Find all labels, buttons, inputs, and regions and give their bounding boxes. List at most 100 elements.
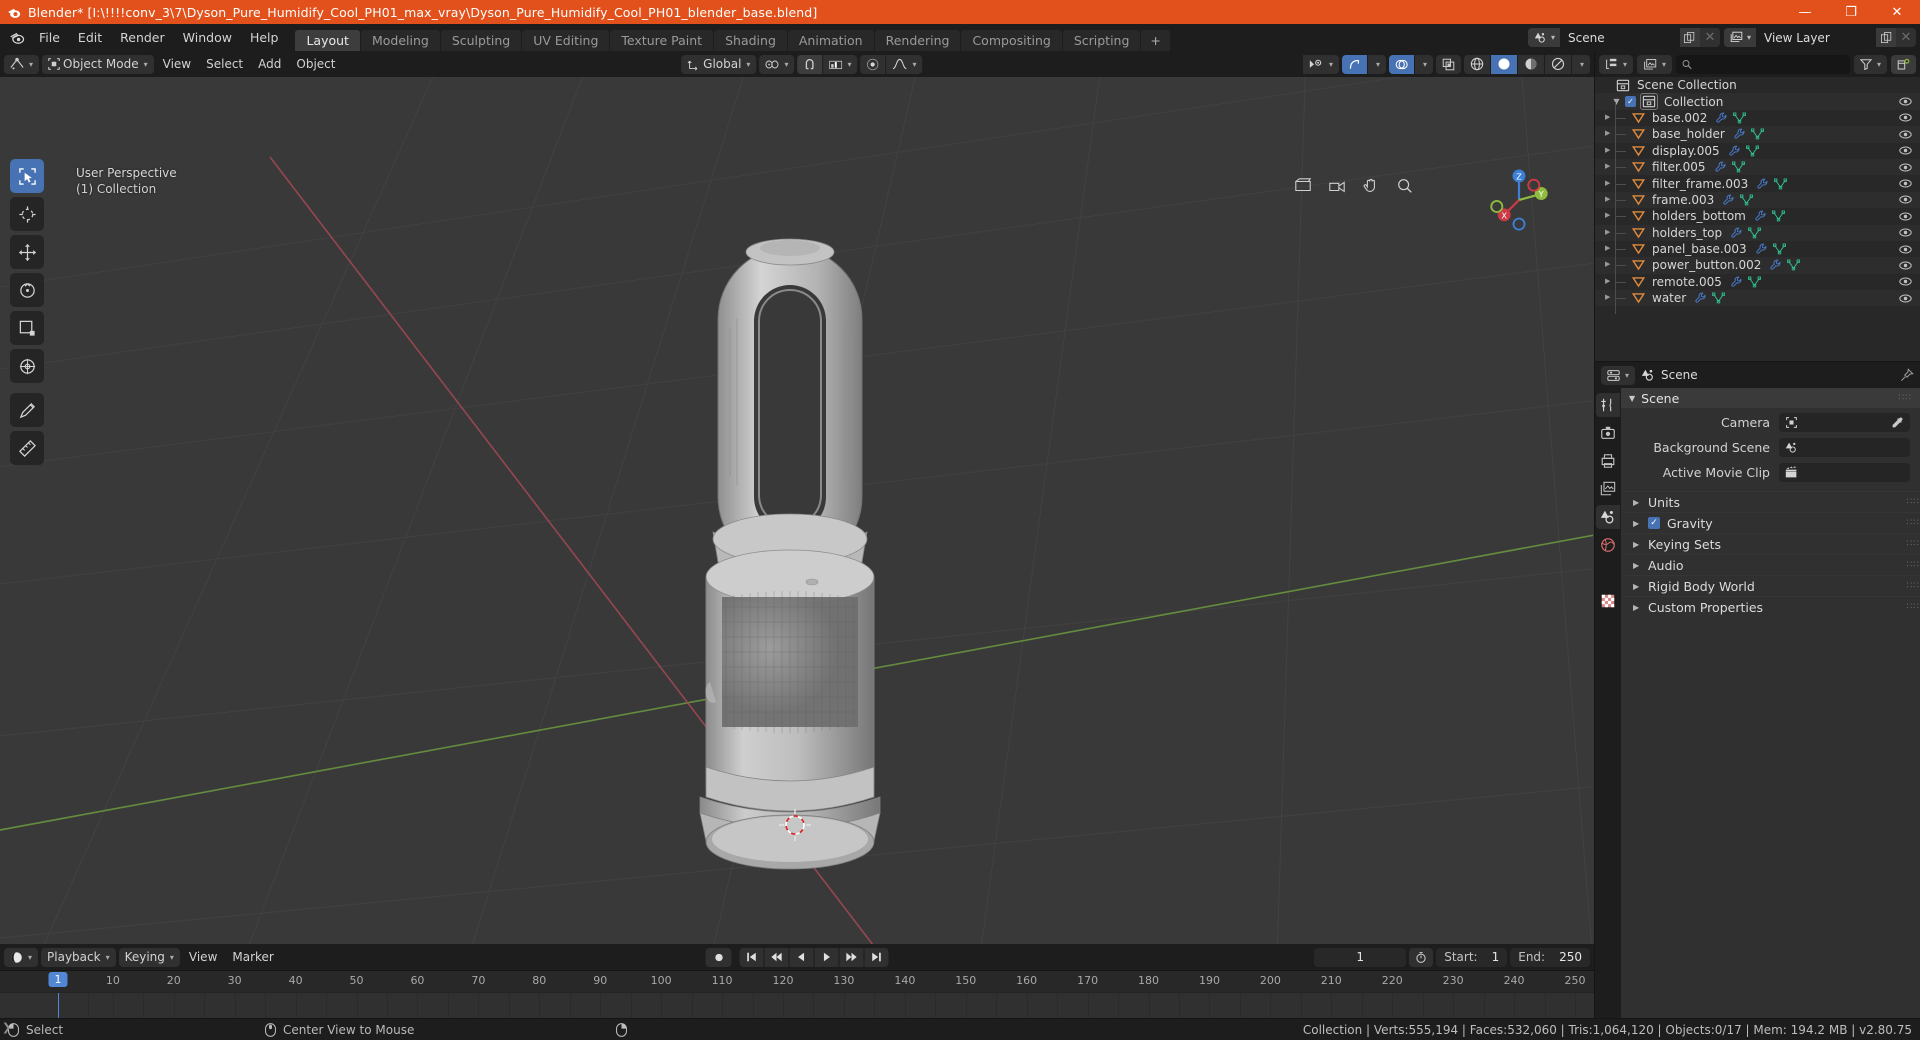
chevron-right-icon[interactable]: ▶ — [1605, 244, 1610, 252]
shading-solid-button[interactable] — [1490, 54, 1517, 74]
menu-window[interactable]: Window — [174, 24, 241, 51]
tool-scale[interactable] — [10, 311, 44, 345]
timeline-menu-view[interactable]: View — [183, 948, 223, 967]
viewport-menu-object[interactable]: Object — [290, 55, 341, 74]
tool-annotate[interactable] — [10, 393, 44, 427]
tab-layout[interactable]: Layout — [295, 30, 360, 51]
outliner-row-collection[interactable]: ▼ ✓ Collection — [1595, 93, 1920, 111]
transform-orientation-selector[interactable]: Global ▾ — [681, 54, 757, 74]
section-audio[interactable]: ▶ Audio ∷∷ — [1621, 554, 1920, 575]
mesh-data-icon[interactable] — [1750, 128, 1764, 140]
modifier-icon[interactable] — [1756, 243, 1768, 255]
modifier-icon[interactable] — [1757, 178, 1769, 190]
shading-material-preview-button[interactable] — [1517, 54, 1544, 74]
tab-uv-editing[interactable]: UV Editing — [522, 30, 610, 51]
tab-sculpting[interactable]: Sculpting — [440, 30, 522, 51]
tab-add-workspace[interactable]: + — [1141, 30, 1170, 51]
collection-visibility-icon[interactable] — [1899, 95, 1912, 108]
viewlayer-name-field[interactable]: View Layer — [1756, 28, 1876, 47]
chevron-right-icon[interactable]: ▶ — [1605, 228, 1610, 236]
scene-panel-header[interactable]: ▼ Scene ∷∷ — [1621, 388, 1920, 408]
outliner-row-object[interactable]: ▶ power_button.002 — [1595, 249, 1920, 282]
mesh-data-icon[interactable] — [1733, 112, 1747, 124]
show-overlays-button[interactable] — [1388, 54, 1414, 74]
outliner-new-collection-button[interactable] — [1891, 54, 1916, 74]
modifier-icon[interactable] — [1714, 161, 1727, 173]
chevron-right-icon[interactable]: ▶ — [1605, 277, 1610, 285]
tool-measure[interactable] — [10, 431, 44, 465]
properties-tab-scene[interactable] — [1596, 505, 1620, 529]
tool-select-box[interactable] — [10, 159, 44, 193]
active-movie-clip-field[interactable] — [1779, 462, 1910, 482]
outliner-row-object[interactable]: ▶ frame.003 — [1595, 183, 1920, 216]
overlays-options-button[interactable]: ▾ — [1414, 54, 1433, 74]
outliner-row-object[interactable]: ▶ panel_base.003 — [1595, 233, 1920, 266]
minimize-button[interactable]: — — [1782, 0, 1828, 24]
tab-scripting[interactable]: Scripting — [1062, 30, 1141, 51]
chevron-right-icon[interactable]: ▶ — [1605, 260, 1610, 268]
snap-mode-selector[interactable]: ▾ — [823, 54, 858, 74]
tool-rotate[interactable] — [10, 273, 44, 307]
object-visibility-icon[interactable] — [1899, 243, 1912, 256]
shading-rendered-button[interactable] — [1544, 54, 1571, 74]
object-type-visibility-button[interactable]: ▾ — [1302, 54, 1339, 74]
mesh-data-icon[interactable] — [1748, 227, 1762, 239]
collection-checkbox[interactable]: ✓ — [1625, 96, 1636, 108]
eyedropper-icon[interactable] — [1891, 416, 1904, 429]
menu-file[interactable]: File — [30, 24, 69, 51]
outliner-row-object[interactable]: ▶ holders_top — [1595, 216, 1920, 249]
outliner-row-object[interactable]: ▶ holders_bottom — [1595, 200, 1920, 233]
frame-start-field[interactable]: Start: 1 — [1436, 947, 1508, 967]
tool-move[interactable] — [10, 235, 44, 269]
modifier-icon[interactable] — [1731, 276, 1743, 288]
scene-name-field[interactable]: Scene — [1559, 28, 1680, 47]
viewport-menu-view[interactable]: View — [157, 55, 197, 74]
xray-toggle-button[interactable] — [1435, 54, 1461, 74]
modifier-icon[interactable] — [1716, 112, 1728, 124]
menu-edit[interactable]: Edit — [69, 24, 111, 51]
outliner-search-input[interactable] — [1676, 54, 1850, 74]
mesh-data-icon[interactable] — [1787, 259, 1801, 271]
scene-browse-icon[interactable]: ▾ — [1527, 28, 1560, 47]
chevron-right-icon[interactable]: ▶ — [1605, 113, 1610, 121]
3d-viewport[interactable]: User Perspective (1) Collection Z Y X — [0, 77, 1594, 944]
current-frame-field[interactable]: 1 — [1314, 947, 1407, 967]
menu-render[interactable]: Render — [111, 24, 174, 51]
tab-animation[interactable]: Animation — [787, 30, 874, 51]
proportional-editing-toggle[interactable] — [860, 54, 886, 74]
outliner-row-object[interactable]: ▶ filter_frame.003 — [1595, 167, 1920, 200]
jump-to-start-button[interactable] — [739, 947, 764, 967]
mesh-data-icon[interactable] — [1731, 161, 1745, 173]
modifier-icon[interactable] — [1755, 210, 1767, 222]
chevron-right-icon[interactable]: ▶ — [1605, 293, 1610, 301]
outliner-display-mode-button[interactable]: ▾ — [1637, 54, 1673, 74]
tool-transform[interactable] — [10, 349, 44, 383]
outliner-row-object[interactable]: ▶ display.005 — [1595, 134, 1920, 167]
viewlayer-remove-button[interactable]: ✕ — [1896, 28, 1916, 47]
scene-new-button[interactable] — [1679, 28, 1700, 47]
menu-help[interactable]: Help — [241, 24, 288, 51]
scene-selector[interactable]: ▾ Scene ✕ — [1527, 28, 1720, 47]
object-visibility-icon[interactable] — [1899, 128, 1912, 141]
properties-tab-object[interactable] — [1596, 561, 1620, 585]
editor-type-button[interactable]: ▾ — [4, 54, 40, 74]
tab-shading[interactable]: Shading — [714, 30, 787, 51]
viewport-menu-add[interactable]: Add — [252, 55, 287, 74]
section-units[interactable]: ▶ Units ∷∷ — [1621, 491, 1920, 512]
modifier-icon[interactable] — [1723, 194, 1735, 206]
current-frame-indicator[interactable]: 1 — [48, 972, 68, 987]
mesh-data-icon[interactable] — [1772, 243, 1786, 255]
object-visibility-icon[interactable] — [1899, 144, 1912, 157]
scene-unlink-button[interactable]: ✕ — [1699, 28, 1720, 47]
snap-toggle-button[interactable] — [797, 54, 823, 74]
mesh-data-icon[interactable] — [1712, 292, 1726, 304]
object-visibility-icon[interactable] — [1899, 259, 1912, 272]
properties-tab-output[interactable] — [1596, 449, 1620, 473]
chevron-down-icon[interactable]: ▼ — [1611, 97, 1622, 106]
proportional-falloff-selector[interactable]: ▾ — [886, 54, 923, 74]
chevron-right-icon[interactable]: ▶ — [1605, 162, 1610, 170]
zoom-view-icon[interactable] — [1392, 173, 1418, 199]
gravity-checkbox[interactable]: ✓ — [1648, 517, 1660, 529]
timeline-menu-playback[interactable]: Playback ▾ — [41, 947, 116, 967]
object-visibility-icon[interactable] — [1899, 193, 1912, 206]
